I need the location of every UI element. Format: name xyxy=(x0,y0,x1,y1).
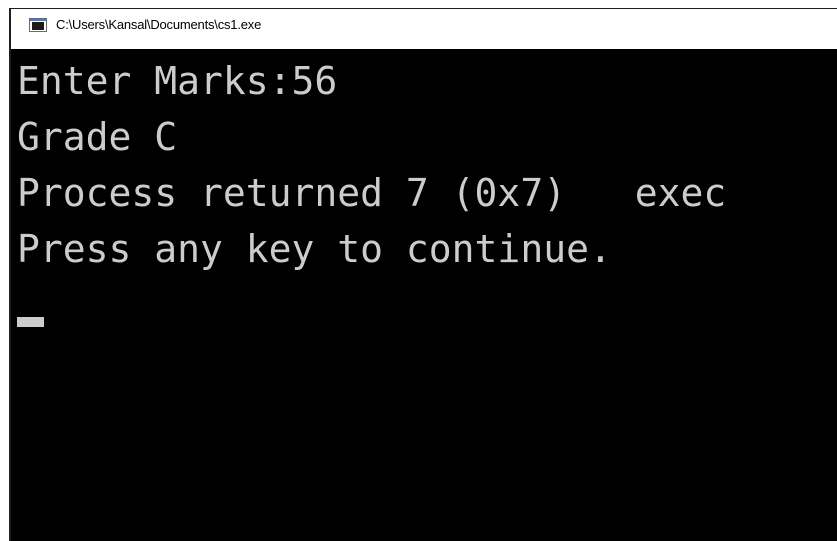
console-line-process-returned: Process returned 7 (0x7) exec xyxy=(17,171,727,215)
console-line-press-any-key: Press any key to continue. xyxy=(17,227,612,271)
console-output[interactable]: Enter Marks:56 Grade C Process returned … xyxy=(11,49,837,541)
console-line-grade: Grade C xyxy=(17,115,178,159)
text-cursor xyxy=(17,317,44,327)
title-bar[interactable]: C:\Users\Kansal\Documents\cs1.exe xyxy=(11,9,837,49)
console-app-icon-screen xyxy=(32,22,44,30)
window-title: C:\Users\Kansal\Documents\cs1.exe xyxy=(56,17,262,32)
console-window[interactable]: C:\Users\Kansal\Documents\cs1.exe Enter … xyxy=(9,8,837,541)
console-line-enter-marks: Enter Marks:56 xyxy=(17,59,338,103)
console-app-icon[interactable] xyxy=(29,18,47,32)
screen: C:\Users\Kansal\Documents\cs1.exe Enter … xyxy=(0,0,837,541)
console-app-icon-bar xyxy=(30,19,46,21)
